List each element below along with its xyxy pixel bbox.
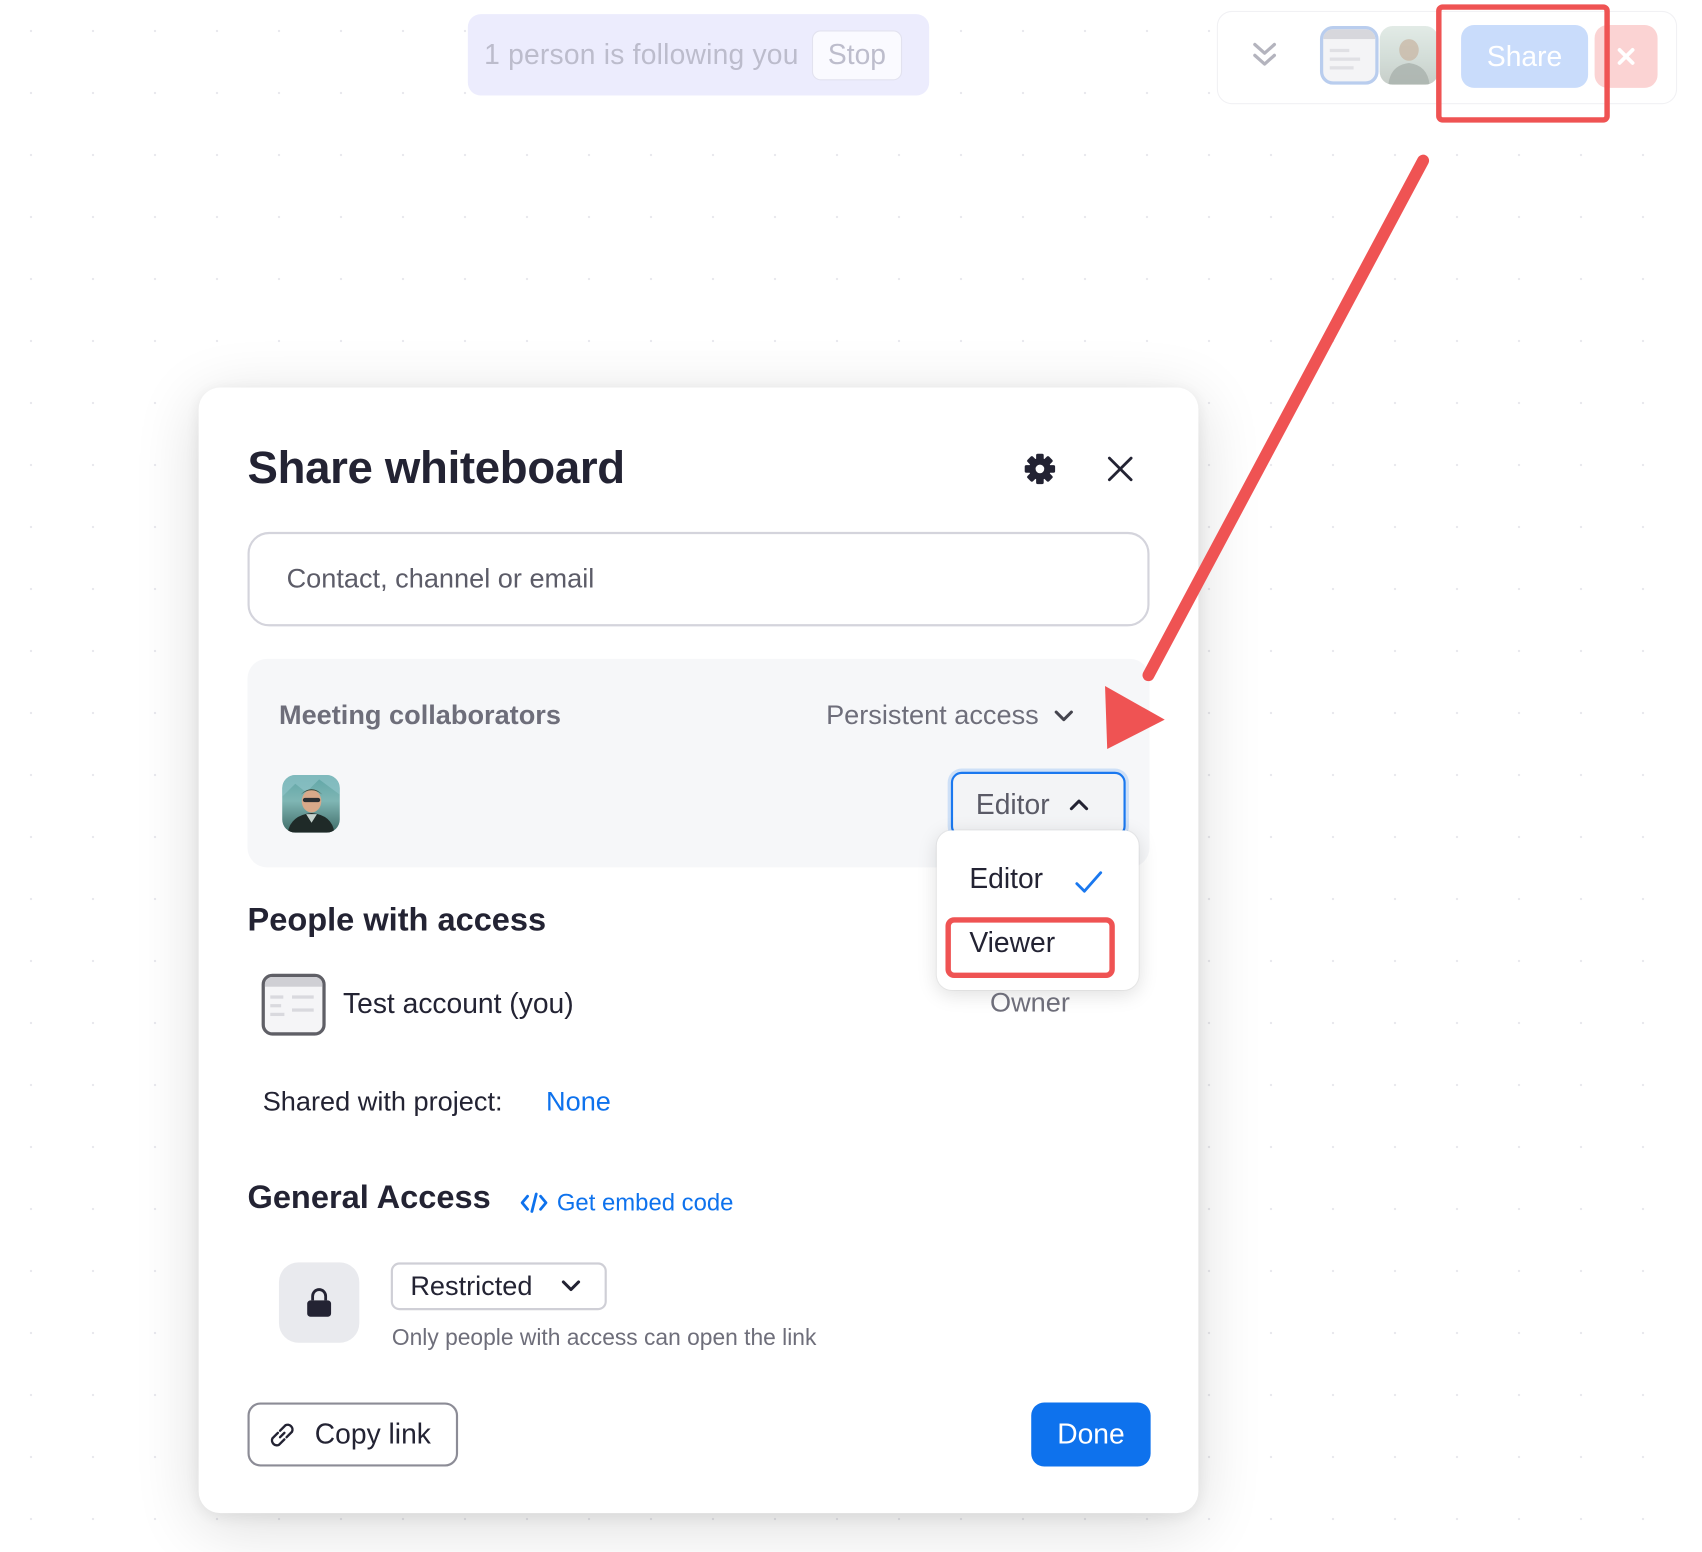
chevron-up-icon	[1069, 799, 1089, 811]
general-access-value: Restricted	[410, 1270, 533, 1301]
code-icon	[520, 1192, 548, 1213]
shared-project-link[interactable]: None	[546, 1087, 611, 1118]
chevron-down-icon	[561, 1280, 580, 1292]
stop-following-button[interactable]: Stop	[811, 29, 903, 80]
chevron-down-icon	[1054, 710, 1073, 721]
get-embed-code-link[interactable]: Get embed code	[520, 1189, 733, 1217]
checkmark-icon	[1075, 871, 1103, 893]
participant-avatar[interactable]	[1379, 26, 1439, 85]
gear-icon[interactable]	[1021, 450, 1058, 487]
follow-banner: 1 person is following you Stop	[467, 14, 930, 96]
people-with-access-title: People with access	[247, 902, 547, 938]
meeting-collaborators-title: Meeting collaborators	[278, 700, 561, 731]
chevrons-down-icon[interactable]	[1248, 38, 1281, 73]
get-embed-code-label: Get embed code	[556, 1188, 734, 1216]
general-access-title: General Access	[247, 1179, 491, 1216]
annotation-highlight-share	[1436, 4, 1610, 123]
general-access-select[interactable]: Restricted	[390, 1262, 607, 1311]
persistent-access-label: Persistent access	[826, 700, 1039, 731]
persistent-access-dropdown[interactable]: Persistent access	[826, 700, 1073, 731]
shared-project-label: Shared with project:	[262, 1086, 503, 1117]
annotation-highlight-viewer	[945, 917, 1115, 979]
account-role: Owner	[989, 987, 1070, 1019]
lock-icon	[307, 1288, 332, 1317]
close-icon	[1617, 48, 1635, 65]
link-icon	[270, 1423, 294, 1446]
account-avatar	[261, 973, 326, 1036]
general-access-description: Only people with access can open the lin…	[391, 1325, 817, 1351]
role-select-value: Editor	[975, 787, 1050, 821]
dialog-title: Share whiteboard	[247, 441, 625, 493]
copy-link-label: Copy link	[314, 1417, 431, 1451]
share-whiteboard-dialog: Share whiteboard Meeting collaborators	[198, 387, 1199, 1514]
copy-link-button[interactable]: Copy link	[247, 1402, 459, 1467]
screen: 1 person is following you Stop Share Sha…	[0, 0, 1702, 1552]
lock-icon-badge	[278, 1262, 360, 1343]
account-name: Test account (you)	[343, 986, 574, 1020]
contact-search-input[interactable]	[247, 531, 1150, 627]
role-option-editor[interactable]: Editor	[969, 862, 1043, 896]
done-button[interactable]: Done	[1031, 1402, 1151, 1467]
follow-status-text: 1 person is following you	[484, 37, 799, 71]
close-icon[interactable]	[1104, 453, 1137, 486]
collaborator-avatar	[282, 775, 340, 833]
collaborator-role-select[interactable]: Editor	[950, 771, 1126, 837]
participant-thumbnail[interactable]	[1319, 26, 1379, 85]
